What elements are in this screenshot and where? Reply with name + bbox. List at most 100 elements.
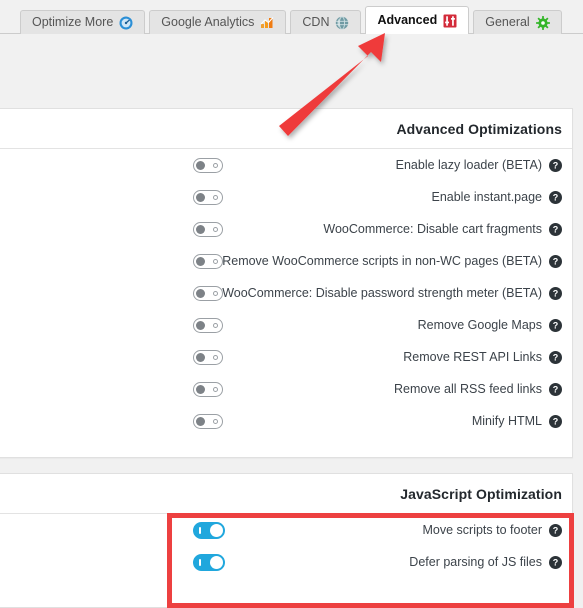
svg-text:?: ? <box>553 416 559 426</box>
tab-label: CDN <box>302 15 330 30</box>
toggle-switch[interactable] <box>193 157 223 173</box>
settings-row: Defer parsing of JS files? <box>0 546 572 578</box>
toggle-cell <box>0 381 223 397</box>
toggle-knob <box>210 555 223 569</box>
help-icon[interactable]: ? <box>549 382 562 396</box>
setting-label: Defer parsing of JS files <box>409 555 542 569</box>
toggle-knob <box>196 256 205 266</box>
toggle-indicator <box>213 354 218 360</box>
help-icon[interactable]: ? <box>549 254 562 268</box>
toggle-indicator <box>199 558 201 566</box>
setting-label: Enable instant.page <box>431 190 542 204</box>
svg-text:?: ? <box>553 192 559 202</box>
toggle-cell <box>0 189 223 205</box>
toggle-cell <box>0 317 223 333</box>
toggle-switch[interactable] <box>193 285 223 301</box>
toggle-switch[interactable] <box>193 413 223 429</box>
svg-text:?: ? <box>553 288 559 298</box>
toggle-knob <box>196 416 205 426</box>
toggle-switch[interactable] <box>193 221 223 237</box>
panel-header-javascript-optimization: JavaScript Optimization <box>0 474 572 514</box>
toggle-cell <box>0 521 225 539</box>
label-cell: Enable instant.page? <box>203 190 562 204</box>
settings-row: Remove WooCommerce scripts in non-WC pag… <box>0 245 572 277</box>
settings-row: Remove Google Maps? <box>0 309 572 341</box>
settings-row: Enable lazy loader (BETA)? <box>0 149 572 181</box>
help-icon[interactable]: ? <box>549 350 562 364</box>
svg-text:?: ? <box>553 256 559 266</box>
label-cell: Defer parsing of JS files? <box>203 555 562 569</box>
setting-label: Enable lazy loader (BETA) <box>395 158 542 172</box>
chart-icon <box>260 16 274 30</box>
svg-text:?: ? <box>553 525 559 535</box>
toggle-cell <box>0 285 223 301</box>
panel-javascript-optimization: JavaScript Optimization Move scripts to … <box>0 473 573 608</box>
svg-text:?: ? <box>553 160 559 170</box>
help-icon[interactable]: ? <box>549 286 562 300</box>
tab-general[interactable]: General <box>473 10 562 34</box>
label-cell: Minify HTML? <box>203 414 562 428</box>
label-cell: Enable lazy loader (BETA)? <box>203 158 562 172</box>
settings-content: Advanced Optimizations Enable lazy loade… <box>0 34 583 608</box>
toggle-indicator <box>213 386 218 392</box>
tab-label: Advanced <box>377 13 438 28</box>
setting-label: Remove WooCommerce scripts in non-WC pag… <box>222 254 542 268</box>
help-icon[interactable]: ? <box>549 523 562 537</box>
toggle-switch[interactable] <box>193 521 225 539</box>
toggle-indicator <box>213 418 218 424</box>
tab-label: General <box>485 15 530 30</box>
tab-label: Optimize More <box>32 15 114 30</box>
settings-row: Remove all RSS feed links? <box>0 373 572 405</box>
sliders-icon <box>443 14 457 28</box>
help-icon[interactable]: ? <box>549 158 562 172</box>
toggle-cell <box>0 553 225 571</box>
toggle-switch[interactable] <box>193 553 225 571</box>
settings-row: WooCommerce: Disable password strength m… <box>0 277 572 309</box>
globe-icon <box>335 15 349 30</box>
toggle-switch[interactable] <box>193 189 223 205</box>
tab-google-analytics[interactable]: Google Analytics <box>149 10 287 34</box>
panel-title: Advanced Optimizations <box>396 120 562 137</box>
tab-advanced[interactable]: Advanced <box>365 6 470 34</box>
settings-row: WooCommerce: Disable cart fragments? <box>0 213 572 245</box>
label-cell: Move scripts to footer? <box>203 523 562 537</box>
label-cell: Remove Google Maps? <box>203 318 562 332</box>
settings-row-list-javascript: Move scripts to footer? Defer parsing of … <box>0 514 572 578</box>
tab-optimize-more[interactable]: Optimize More <box>20 10 146 34</box>
label-cell: Remove REST API Links? <box>203 350 562 364</box>
setting-label: WooCommerce: Disable password strength m… <box>222 286 542 300</box>
toggle-indicator <box>213 258 218 264</box>
panel-advanced-optimizations: Advanced Optimizations Enable lazy loade… <box>0 108 573 458</box>
help-icon[interactable]: ? <box>549 222 562 236</box>
settings-row: Enable instant.page? <box>0 181 572 213</box>
setting-label: Remove all RSS feed links <box>394 382 542 396</box>
toggle-knob <box>196 320 205 330</box>
toggle-switch[interactable] <box>193 381 223 397</box>
label-cell: Remove all RSS feed links? <box>203 382 562 396</box>
settings-row: Move scripts to footer? <box>0 514 572 546</box>
toggle-switch[interactable] <box>193 317 223 333</box>
toggle-switch[interactable] <box>193 349 223 365</box>
setting-label: Remove Google Maps <box>417 318 542 332</box>
toggle-knob <box>196 224 205 234</box>
tab-bar: Optimize More Google Analytics CDN Advanced… <box>0 0 583 34</box>
tab-list: Optimize More Google Analytics CDN Advanced… <box>20 5 562 34</box>
help-icon[interactable]: ? <box>549 414 562 428</box>
settings-row-list-advanced: Enable lazy loader (BETA)? Enable instant… <box>0 149 572 437</box>
toggle-cell <box>0 253 223 269</box>
help-icon[interactable]: ? <box>549 318 562 332</box>
toggle-switch[interactable] <box>193 253 223 269</box>
label-cell: WooCommerce: Disable password strength m… <box>203 286 562 300</box>
svg-text:?: ? <box>553 557 559 567</box>
svg-text:?: ? <box>553 224 559 234</box>
setting-label: WooCommerce: Disable cart fragments <box>323 222 542 236</box>
svg-text:?: ? <box>553 352 559 362</box>
gear-icon <box>535 15 550 30</box>
help-icon[interactable]: ? <box>549 555 562 569</box>
toggle-knob <box>196 384 205 394</box>
toggle-indicator <box>213 290 218 296</box>
tab-cdn[interactable]: CDN <box>290 10 362 34</box>
label-cell: Remove WooCommerce scripts in non-WC pag… <box>203 254 562 268</box>
help-icon[interactable]: ? <box>549 190 562 204</box>
toggle-indicator <box>199 526 201 534</box>
